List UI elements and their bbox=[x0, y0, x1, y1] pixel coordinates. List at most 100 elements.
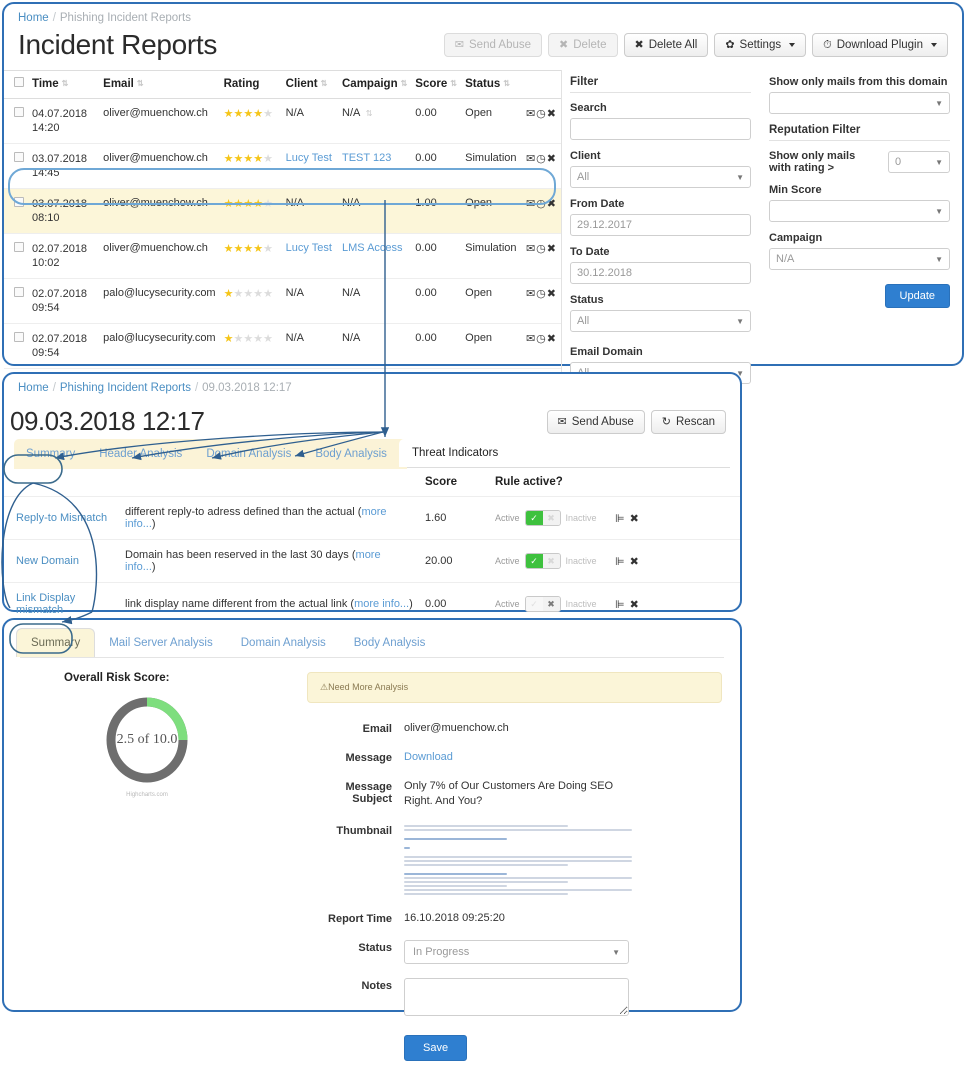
row-time[interactable]: 04.07.2018 14:20 bbox=[28, 98, 100, 144]
campaign-link[interactable]: LMS Access bbox=[342, 242, 403, 254]
rating-filter-select[interactable]: 0 ▼ bbox=[888, 151, 950, 173]
threat-name-link[interactable]: Reply-to Mismatch bbox=[16, 512, 107, 524]
threat-name-link[interactable]: Link Display mismatch bbox=[16, 592, 75, 616]
search-input[interactable] bbox=[570, 118, 751, 140]
threat-tab-domain-analysis[interactable]: Domain Analysis bbox=[194, 441, 303, 467]
clock-icon[interactable]: ◷ bbox=[536, 198, 547, 210]
status-select[interactable]: All ▼ bbox=[570, 310, 751, 332]
delete-all-button[interactable]: ✖ Delete All bbox=[623, 33, 709, 57]
col-time[interactable]: Time ⇅ bbox=[28, 70, 100, 99]
campaign-filter-select[interactable]: N/A ▼ bbox=[769, 248, 950, 270]
clock-icon[interactable]: ◷ bbox=[536, 243, 547, 255]
row-checkbox-cell[interactable] bbox=[4, 98, 28, 144]
status-form-select[interactable]: In Progress ▼ bbox=[404, 940, 629, 964]
download-plugin-button[interactable]: ⏱ Download Plugin bbox=[812, 33, 948, 57]
close-icon[interactable]: ✖ bbox=[547, 243, 557, 255]
threat-tab-body-analysis[interactable]: Body Analysis bbox=[303, 441, 399, 467]
notes-textarea[interactable] bbox=[404, 978, 629, 1016]
col-status[interactable]: Status ⇅ bbox=[461, 70, 522, 99]
checkbox-icon[interactable] bbox=[14, 287, 24, 297]
row-time[interactable]: 02.07.2018 09:54 bbox=[28, 278, 100, 324]
row-checkbox-cell[interactable] bbox=[4, 188, 28, 234]
message-thumbnail[interactable] bbox=[404, 823, 632, 895]
summary-tab-body-analysis[interactable]: Body Analysis bbox=[340, 629, 440, 657]
table-row[interactable]: 04.07.2018 14:20 oliver@muenchow.ch ★★★★★ N/… bbox=[4, 98, 561, 144]
envelope-icon[interactable]: ✉ bbox=[526, 333, 536, 345]
table-row[interactable]: 02.07.2018 09:54 palo@lucysecurity.com ★★★★… bbox=[4, 278, 561, 324]
threat-name-link[interactable]: New Domain bbox=[16, 555, 79, 567]
clock-icon[interactable]: ◷ bbox=[536, 153, 547, 165]
table-row[interactable]: 03.07.2018 14:45 oliver@muenchow.ch ★★★★★ Lu… bbox=[4, 143, 561, 189]
row-time[interactable]: 02.07.2018 10:02 bbox=[28, 233, 100, 279]
edit-icon[interactable]: ⊫ bbox=[615, 556, 630, 568]
send-abuse-button[interactable]: ✉ Send Abuse bbox=[443, 33, 543, 57]
to-date-input[interactable] bbox=[570, 262, 751, 284]
min-score-select[interactable]: ▼ bbox=[769, 200, 950, 222]
clock-icon[interactable]: ◷ bbox=[536, 108, 547, 120]
more-info-link[interactable]: more info... bbox=[125, 506, 387, 530]
checkbox-icon[interactable] bbox=[14, 107, 24, 117]
more-info-link[interactable]: more info... bbox=[125, 549, 381, 573]
message-download-link[interactable]: Download bbox=[404, 751, 453, 763]
row-actions[interactable]: ✉◷✖ bbox=[521, 143, 561, 189]
close-icon[interactable]: ✖ bbox=[547, 333, 557, 345]
close-icon[interactable]: ✖ bbox=[630, 599, 644, 611]
table-row[interactable]: 02.07.2018 09:54 palo@lucysecurity.com ★★★★… bbox=[4, 323, 561, 369]
summary-tab-domain-analysis[interactable]: Domain Analysis bbox=[227, 629, 340, 657]
col-score[interactable]: Score ⇅ bbox=[411, 70, 462, 99]
threat-tab-header-analysis[interactable]: Header Analysis bbox=[87, 441, 194, 467]
row-actions[interactable]: ✉◷✖ bbox=[521, 323, 561, 369]
threat-breadcrumb-mid[interactable]: Phishing Incident Reports bbox=[60, 382, 191, 394]
settings-button[interactable]: ✿ Settings bbox=[714, 33, 807, 57]
edit-icon[interactable]: ⊫ bbox=[615, 599, 630, 611]
client-link[interactable]: Lucy Test bbox=[286, 242, 332, 254]
envelope-icon[interactable]: ✉ bbox=[526, 243, 536, 255]
threat-send-abuse-button[interactable]: ✉ Send Abuse bbox=[546, 410, 645, 434]
threat-breadcrumb-home[interactable]: Home bbox=[18, 382, 49, 394]
row-checkbox-cell[interactable] bbox=[4, 143, 28, 189]
row-time[interactable]: 03.07.2018 14:45 bbox=[28, 143, 100, 189]
more-info-link[interactable]: more info... bbox=[354, 598, 409, 610]
close-icon[interactable]: ✖ bbox=[547, 198, 557, 210]
checkbox-icon[interactable] bbox=[14, 77, 24, 87]
save-button[interactable]: Save bbox=[404, 1035, 468, 1061]
clock-icon[interactable]: ◷ bbox=[536, 288, 547, 300]
rule-toggle[interactable]: ✓ ✖ bbox=[524, 553, 561, 569]
threat-tab-threat-indicators[interactable]: Threat Indicators bbox=[398, 439, 512, 467]
breadcrumb-home[interactable]: Home bbox=[18, 12, 49, 24]
delete-button[interactable]: ✖ Delete bbox=[548, 33, 618, 57]
rule-toggle[interactable]: ✓ ✖ bbox=[524, 510, 561, 526]
col-email[interactable]: Email ⇅ bbox=[99, 70, 220, 99]
envelope-icon[interactable]: ✉ bbox=[526, 288, 536, 300]
close-icon[interactable]: ✖ bbox=[630, 556, 644, 568]
row-actions[interactable]: ✉◷✖ bbox=[521, 233, 561, 279]
edit-icon[interactable]: ⊫ bbox=[615, 513, 630, 525]
close-icon[interactable]: ✖ bbox=[547, 108, 557, 120]
row-time[interactable]: 03.07.2018 08:10 bbox=[28, 188, 100, 234]
threat-actions[interactable]: ⊫✖ bbox=[609, 539, 740, 583]
close-icon[interactable]: ✖ bbox=[630, 513, 644, 525]
envelope-icon[interactable]: ✉ bbox=[526, 198, 536, 210]
summary-tab-summary[interactable]: Summary bbox=[16, 628, 96, 657]
col-campaign[interactable]: Campaign ⇅ bbox=[338, 70, 412, 99]
client-link[interactable]: Lucy Test bbox=[286, 152, 332, 164]
checkbox-icon[interactable] bbox=[14, 197, 24, 207]
clock-icon[interactable]: ◷ bbox=[536, 333, 547, 345]
select-all-header[interactable] bbox=[4, 70, 28, 99]
row-actions[interactable]: ✉◷✖ bbox=[521, 188, 561, 234]
row-checkbox-cell[interactable] bbox=[4, 278, 28, 324]
threat-actions[interactable]: ⊫✖ bbox=[609, 496, 740, 540]
checkbox-icon[interactable] bbox=[14, 152, 24, 162]
threat-tab-summary[interactable]: Summary bbox=[14, 441, 87, 467]
checkbox-icon[interactable] bbox=[14, 332, 24, 342]
from-date-input[interactable] bbox=[570, 214, 751, 236]
close-icon[interactable]: ✖ bbox=[547, 153, 557, 165]
rule-toggle[interactable]: ✓ ✖ bbox=[524, 596, 561, 612]
envelope-icon[interactable]: ✉ bbox=[526, 108, 536, 120]
update-button[interactable]: Update bbox=[884, 284, 950, 308]
campaign-link[interactable]: TEST 123 bbox=[342, 152, 391, 164]
summary-tab-mail-server-analysis[interactable]: Mail Server Analysis bbox=[95, 629, 227, 657]
row-checkbox-cell[interactable] bbox=[4, 323, 28, 369]
row-time[interactable]: 02.07.2018 09:54 bbox=[28, 323, 100, 369]
close-icon[interactable]: ✖ bbox=[547, 288, 557, 300]
